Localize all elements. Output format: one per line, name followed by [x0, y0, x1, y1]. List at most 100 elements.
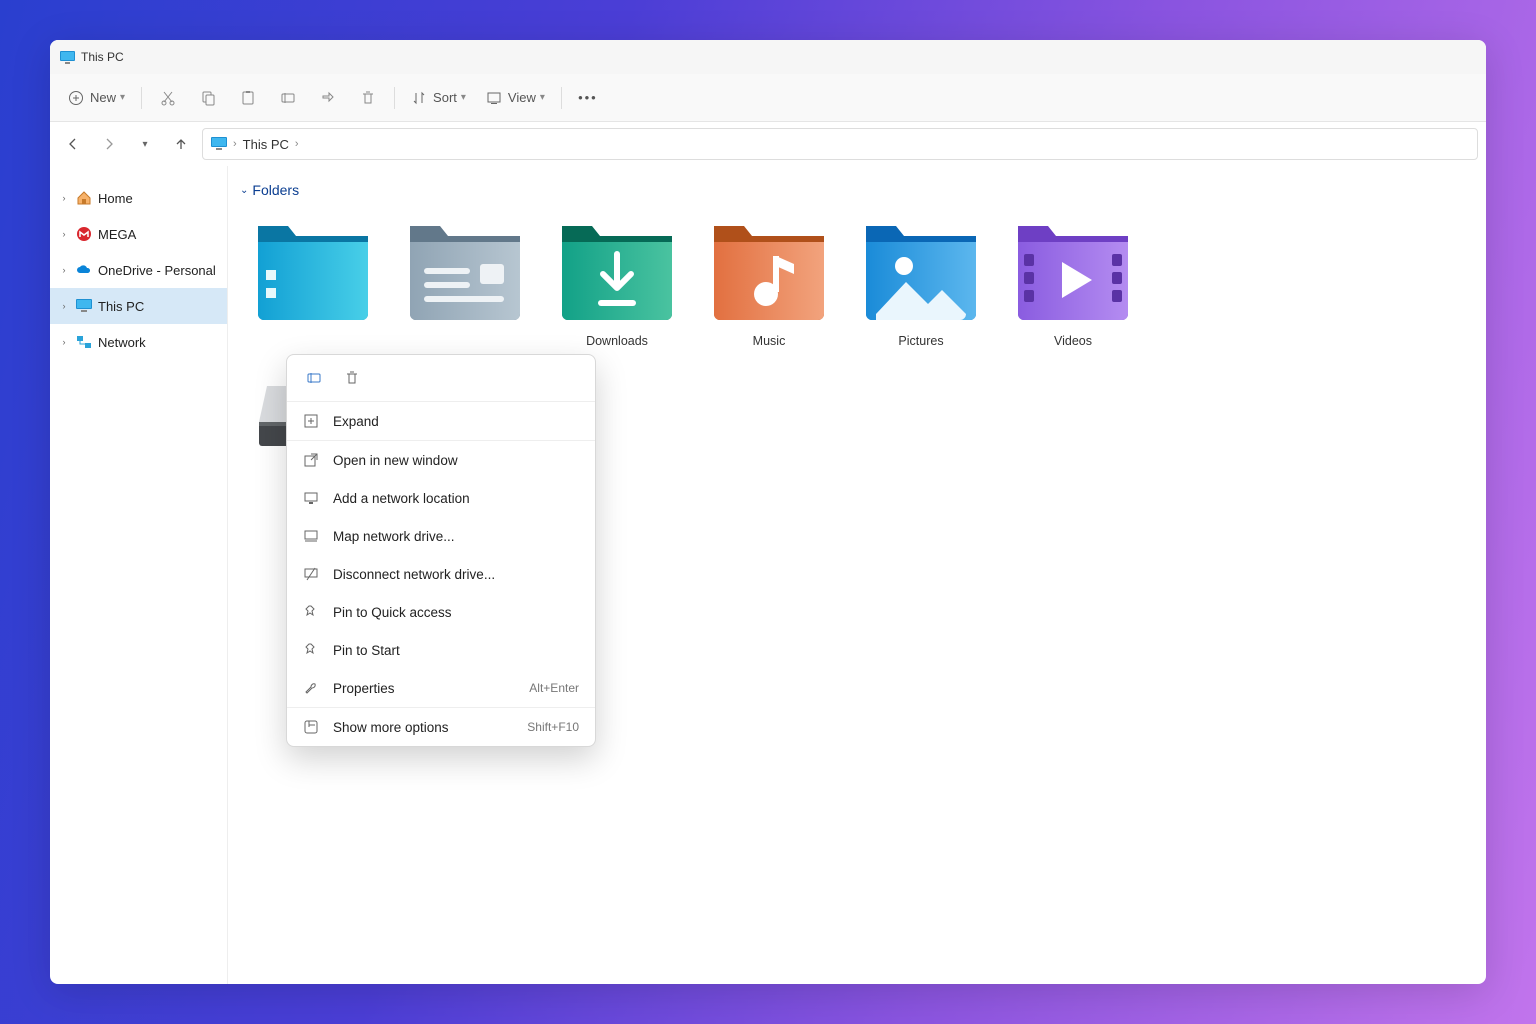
plus-circle-icon: [68, 90, 84, 106]
body: › Home › MEGA › OneDrive - Personal › Th…: [50, 166, 1486, 984]
folder-downloads[interactable]: Downloads: [558, 214, 676, 348]
trash-icon: [344, 370, 360, 386]
breadcrumb-chevron-icon: ›: [295, 138, 299, 150]
context-add-network-location[interactable]: Add a network location: [287, 479, 595, 517]
folder-music-icon: [710, 214, 828, 324]
paste-button[interactable]: [230, 82, 266, 114]
arrow-up-icon: [174, 137, 188, 151]
folder-documents-icon: [406, 214, 524, 324]
context-label: Add a network location: [333, 491, 470, 506]
wrench-icon: [303, 680, 319, 696]
delete-button[interactable]: [350, 82, 386, 114]
chevron-down-icon: ⌄: [240, 185, 248, 196]
paste-icon: [240, 90, 256, 106]
sidebar-item-this-pc[interactable]: › This PC: [50, 288, 227, 324]
up-button[interactable]: [166, 129, 196, 159]
folder-videos-icon: [1014, 214, 1132, 324]
context-properties[interactable]: Properties Alt+Enter: [287, 669, 595, 707]
rename-icon: [280, 90, 296, 106]
folder-pictures-icon: [862, 214, 980, 324]
context-label: Pin to Quick access: [333, 605, 452, 620]
chevron-down-icon: ▾: [142, 139, 147, 150]
context-accel: Shift+F10: [527, 720, 579, 734]
chevron-down-icon: ▾: [540, 92, 545, 103]
context-label: Map network drive...: [333, 529, 455, 544]
disconnect-icon: [303, 566, 319, 582]
mega-icon: [76, 226, 92, 242]
context-show-more[interactable]: Show more options Shift+F10: [287, 708, 595, 746]
folder-downloads-icon: [558, 214, 676, 324]
recent-button[interactable]: ▾: [130, 129, 160, 159]
network-icon: [76, 334, 92, 350]
sidebar-item-label: Home: [98, 191, 133, 206]
breadcrumb-chevron-icon: ›: [233, 138, 237, 150]
rename-button[interactable]: [270, 82, 306, 114]
folder-label: Music: [753, 334, 786, 348]
share-button[interactable]: [310, 82, 346, 114]
section-header-folders[interactable]: ⌄ Folders: [240, 182, 1474, 198]
chevron-down-icon: ▾: [120, 92, 125, 103]
context-pin-start[interactable]: Pin to Start: [287, 631, 595, 669]
new-window-icon: [303, 452, 319, 468]
view-button[interactable]: View ▾: [478, 82, 553, 114]
map-drive-icon: [303, 528, 319, 544]
more-button[interactable]: •••: [570, 82, 606, 114]
pin-icon: [303, 604, 319, 620]
context-pin-quick-access[interactable]: Pin to Quick access: [287, 593, 595, 631]
context-label: Disconnect network drive...: [333, 567, 495, 582]
share-icon: [320, 90, 336, 106]
cut-button[interactable]: [150, 82, 186, 114]
folder-label: Pictures: [898, 334, 943, 348]
folder-desktop-icon: [254, 214, 372, 324]
folder-desktop[interactable]: [254, 214, 372, 348]
folder-pictures[interactable]: Pictures: [862, 214, 980, 348]
folder-documents[interactable]: [406, 214, 524, 348]
arrow-right-icon: [102, 137, 116, 151]
chevron-right-icon: ›: [58, 337, 70, 347]
more-options-icon: [303, 719, 319, 735]
file-explorer-window: This PC New ▾ Sort ▾ View ▾ •••: [50, 40, 1486, 984]
copy-button[interactable]: [190, 82, 226, 114]
context-label: Open in new window: [333, 453, 458, 468]
sidebar-item-label: Network: [98, 335, 146, 350]
address-bar[interactable]: › This PC ›: [202, 128, 1478, 160]
arrow-left-icon: [66, 137, 80, 151]
context-open-new-window[interactable]: Open in new window: [287, 441, 595, 479]
titlebar: This PC: [50, 40, 1486, 74]
chevron-right-icon: ›: [58, 301, 70, 311]
sidebar-item-label: MEGA: [98, 227, 136, 242]
sidebar-item-home[interactable]: › Home: [50, 180, 227, 216]
context-disconnect-network-drive[interactable]: Disconnect network drive...: [287, 555, 595, 593]
toolbar: New ▾ Sort ▾ View ▾ •••: [50, 74, 1486, 122]
new-button[interactable]: New ▾: [60, 82, 133, 114]
back-button[interactable]: [58, 129, 88, 159]
breadcrumb-root[interactable]: This PC: [243, 137, 289, 152]
folder-videos[interactable]: Videos: [1014, 214, 1132, 348]
toolbar-separator: [394, 87, 395, 109]
sort-icon: [411, 90, 427, 106]
sidebar: › Home › MEGA › OneDrive - Personal › Th…: [50, 166, 228, 984]
folder-label: Downloads: [586, 334, 648, 348]
cloud-icon: [76, 262, 92, 278]
sidebar-item-onedrive[interactable]: › OneDrive - Personal: [50, 252, 227, 288]
navigation-row: ▾ › This PC ›: [50, 122, 1486, 166]
context-expand[interactable]: Expand: [287, 402, 595, 440]
sort-button[interactable]: Sort ▾: [403, 82, 474, 114]
view-icon: [486, 90, 502, 106]
this-pc-icon: [76, 298, 92, 314]
context-menu: Expand Open in new window Add a network …: [286, 354, 596, 747]
this-pc-icon: [211, 137, 227, 151]
context-delete-button[interactable]: [339, 365, 365, 391]
sidebar-item-network[interactable]: › Network: [50, 324, 227, 360]
context-rename-button[interactable]: [301, 365, 327, 391]
context-map-network-drive[interactable]: Map network drive...: [287, 517, 595, 555]
titlebar-title: This PC: [81, 50, 124, 64]
context-accel: Alt+Enter: [529, 681, 579, 695]
forward-button[interactable]: [94, 129, 124, 159]
sidebar-item-mega[interactable]: › MEGA: [50, 216, 227, 252]
section-label: Folders: [252, 182, 299, 198]
monitor-icon: [303, 490, 319, 506]
toolbar-separator: [561, 87, 562, 109]
chevron-down-icon: ▾: [461, 92, 466, 103]
folder-music[interactable]: Music: [710, 214, 828, 348]
